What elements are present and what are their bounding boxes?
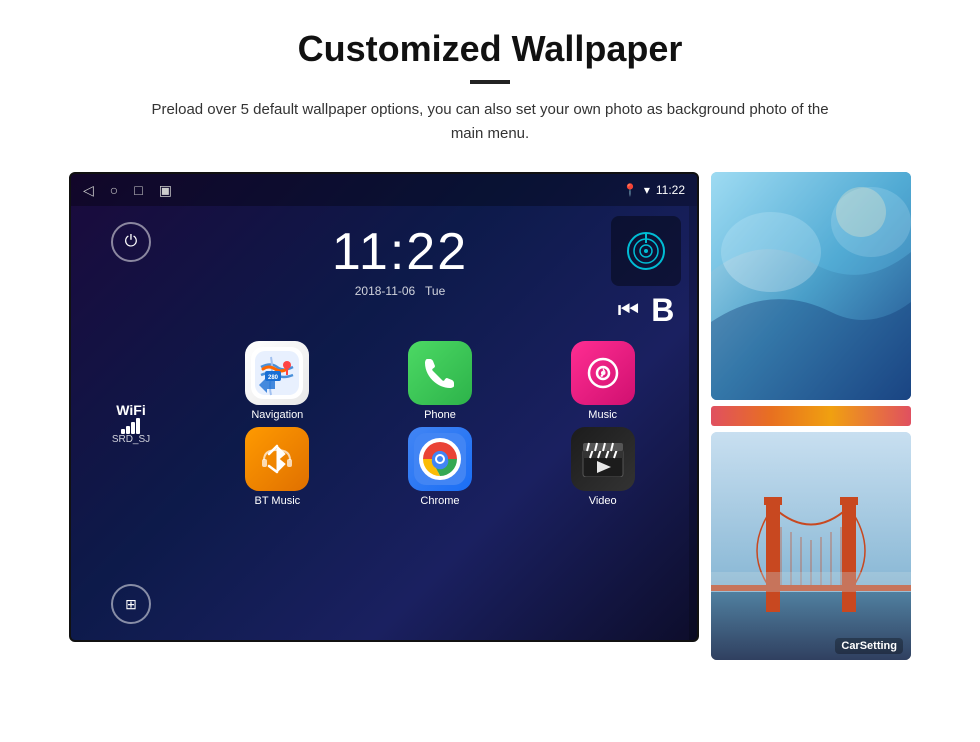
app-music[interactable]: ♪ Music bbox=[524, 341, 681, 421]
wallpaper-previews: CarSetting bbox=[711, 172, 911, 660]
status-time: 11:22 bbox=[656, 183, 685, 197]
wifi-status-icon: ▾ bbox=[644, 183, 650, 197]
music-icon: ♪ bbox=[571, 341, 635, 405]
android-screen: ◁ ○ □ ▣ 📍 ▾ 11:22 ⏻ WiFi bbox=[69, 172, 699, 642]
wifi-info: WiFi SRD_SJ bbox=[112, 402, 150, 445]
screenshot-icon[interactable]: ▣ bbox=[159, 182, 172, 199]
recents-icon[interactable]: □ bbox=[134, 182, 142, 198]
carsetting-label: CarSetting bbox=[835, 638, 903, 654]
title-divider bbox=[470, 80, 510, 84]
chrome-label: Chrome bbox=[420, 495, 459, 507]
svg-text:♪: ♪ bbox=[599, 364, 607, 381]
bridge-svg bbox=[711, 432, 911, 660]
chrome-icon bbox=[408, 427, 472, 491]
media-box[interactable] bbox=[611, 216, 681, 286]
video-icon bbox=[571, 427, 635, 491]
wallpaper-glacier[interactable] bbox=[711, 172, 911, 400]
phone-handset-icon bbox=[422, 355, 458, 391]
wifi-ssid: SRD_SJ bbox=[112, 434, 150, 445]
status-right: 📍 ▾ 11:22 bbox=[623, 183, 685, 197]
video-label: Video bbox=[589, 495, 617, 507]
signal-bar-3 bbox=[131, 422, 135, 434]
center-area: 11:22 2018-11-06 Tue bbox=[191, 206, 689, 640]
media-letter: B bbox=[651, 292, 674, 329]
home-icon[interactable]: ○ bbox=[110, 182, 118, 198]
media-prev-icon[interactable]: ⏮ bbox=[618, 297, 640, 325]
day-text: Tue bbox=[425, 284, 445, 298]
location-icon: 📍 bbox=[623, 183, 638, 197]
video-clapper-icon bbox=[581, 441, 625, 477]
page-container: Customized Wallpaper Preload over 5 defa… bbox=[0, 0, 980, 660]
apps-grid: 280 Navigation bbox=[199, 335, 681, 513]
screen-content: ⏻ WiFi SRD_SJ ⊞ bbox=[71, 206, 697, 640]
wifi-signal-bars bbox=[112, 418, 150, 434]
page-title: Customized Wallpaper bbox=[60, 28, 920, 70]
app-video[interactable]: Video bbox=[524, 427, 681, 507]
music-note-icon: ♪ bbox=[585, 355, 621, 391]
app-btmusic[interactable]: BT Music bbox=[199, 427, 356, 507]
wallpaper-strip[interactable] bbox=[711, 406, 911, 426]
back-icon[interactable]: ◁ bbox=[83, 182, 94, 199]
navigation-label: Navigation bbox=[251, 409, 303, 421]
signal-bar-2 bbox=[126, 426, 130, 434]
power-button[interactable]: ⏻ bbox=[111, 222, 151, 262]
apps-grid-button[interactable]: ⊞ bbox=[111, 584, 151, 624]
right-strip bbox=[689, 206, 697, 640]
svg-text:280: 280 bbox=[268, 375, 279, 381]
date-text: 2018-11-06 bbox=[355, 284, 416, 298]
status-left: ◁ ○ □ ▣ bbox=[83, 182, 172, 199]
music-label: Music bbox=[588, 409, 617, 421]
bluetooth-icon bbox=[258, 440, 296, 478]
signal-bar-4 bbox=[136, 418, 140, 434]
page-header: Customized Wallpaper Preload over 5 defa… bbox=[0, 0, 980, 162]
sidebar: ⏻ WiFi SRD_SJ ⊞ bbox=[71, 206, 191, 640]
clock-date: 2018-11-06 Tue bbox=[199, 284, 601, 298]
clock-area: 11:22 2018-11-06 Tue bbox=[199, 212, 601, 304]
status-bar: ◁ ○ □ ▣ 📍 ▾ 11:22 bbox=[71, 174, 697, 206]
chrome-browser-icon bbox=[414, 433, 466, 485]
page-subtitle: Preload over 5 default wallpaper options… bbox=[140, 98, 840, 146]
phone-label: Phone bbox=[424, 409, 456, 421]
btmusic-label: BT Music bbox=[255, 495, 301, 507]
content-area: ◁ ○ □ ▣ 📍 ▾ 11:22 ⏻ WiFi bbox=[0, 162, 980, 660]
clock-time: 11:22 bbox=[199, 222, 601, 282]
app-navigation[interactable]: 280 Navigation bbox=[199, 341, 356, 421]
navigation-map-icon: 280 bbox=[251, 347, 303, 399]
wifi-label: WiFi bbox=[112, 402, 150, 418]
btmusic-icon bbox=[245, 427, 309, 491]
glacier-svg bbox=[711, 172, 911, 400]
phone-icon bbox=[408, 341, 472, 405]
wallpaper-bridge[interactable]: CarSetting bbox=[711, 432, 911, 660]
app-phone[interactable]: Phone bbox=[362, 341, 519, 421]
antenna-icon bbox=[624, 229, 668, 273]
app-chrome[interactable]: Chrome bbox=[362, 427, 519, 507]
navigation-icon: 280 bbox=[245, 341, 309, 405]
